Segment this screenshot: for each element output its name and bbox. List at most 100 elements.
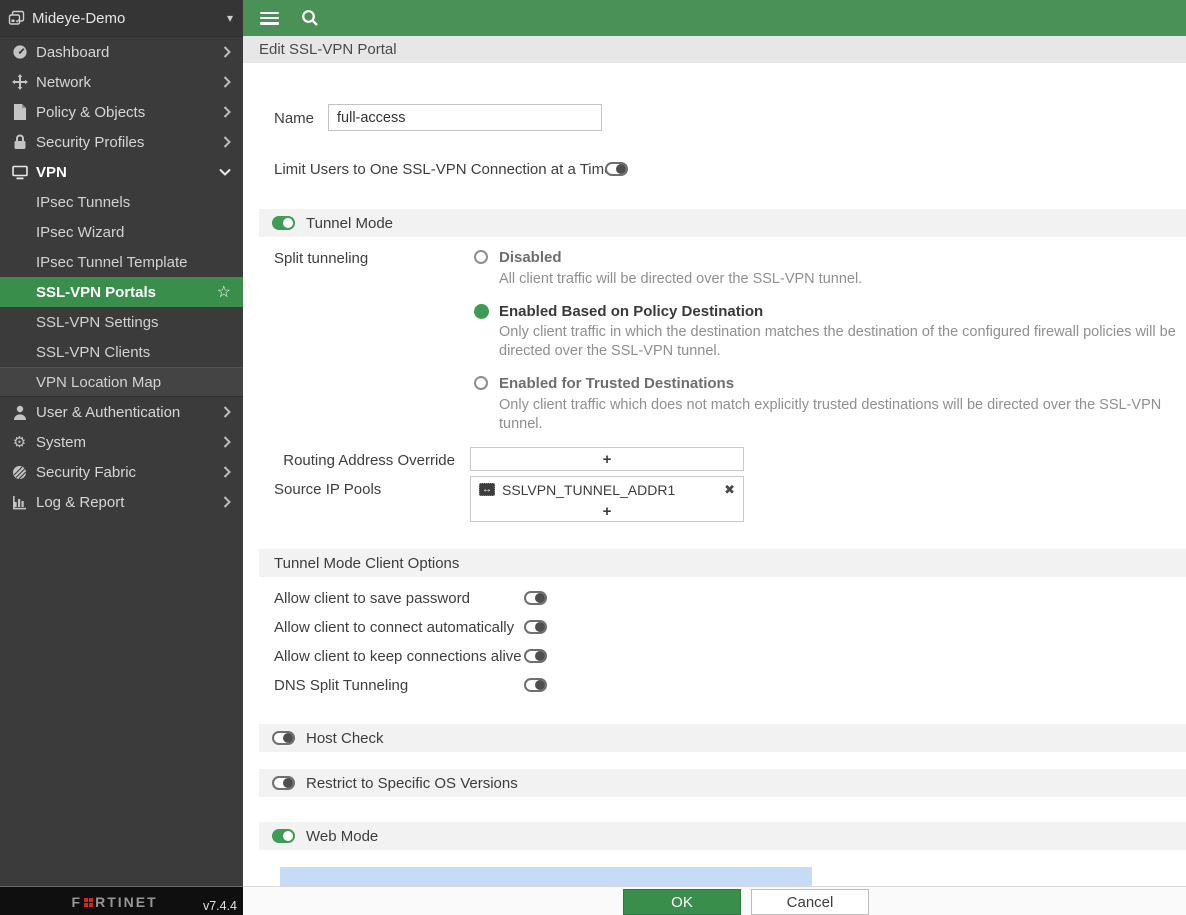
web-mode-toggle[interactable] — [272, 829, 295, 843]
firmware-version: v7.4.4 — [203, 899, 237, 913]
ok-button[interactable]: OK — [623, 889, 741, 915]
submenu-label: IPsec Tunnel Template — [36, 254, 187, 271]
device-selector[interactable]: Mideye-Demo ▾ — [0, 0, 243, 37]
sidebar-item-dashboard[interactable]: Dashboard — [0, 37, 243, 67]
fortigate-admin-window: Mideye-Demo ▾ Dashboard Network Policy &… — [0, 0, 1186, 915]
gear-icon: ⚙ — [8, 435, 31, 450]
lock-icon — [8, 134, 31, 150]
sidebar-item-vpn[interactable]: VPN — [0, 157, 243, 187]
section-title: Tunnel Mode — [306, 215, 393, 232]
sidebar-item-label: VPN — [36, 164, 219, 181]
source-ip-pool-entry[interactable]: ↔ SSLVPN_TUNNEL_ADDR1 ✖ — [471, 477, 743, 502]
sidebar-item-ssl-vpn-clients[interactable]: SSL-VPN Clients — [0, 337, 243, 367]
favorite-star-icon[interactable]: ☆ — [217, 282, 231, 302]
source-ip-pools-box: ↔ SSLVPN_TUNNEL_ADDR1 ✖ + — [470, 476, 744, 522]
routing-address-add-button[interactable]: + — [470, 447, 744, 471]
sidebar-item-security-profiles[interactable]: Security Profiles — [0, 127, 243, 157]
keep-alive-label: Allow client to keep connections alive — [274, 648, 522, 665]
split-tunneling-label: Split tunneling — [274, 250, 368, 267]
source-ip-pools-label: Source IP Pools — [274, 481, 381, 498]
user-icon — [8, 405, 31, 420]
sidebar-footer: F RTINET v7.4.4 — [0, 886, 243, 915]
chevron-right-icon — [223, 496, 231, 508]
sidebar: Mideye-Demo ▾ Dashboard Network Policy &… — [0, 0, 243, 915]
chevron-right-icon — [223, 436, 231, 448]
remove-pool-icon[interactable]: ✖ — [724, 482, 735, 498]
chevron-right-icon — [223, 46, 231, 58]
dns-split-tunneling-label: DNS Split Tunneling — [274, 677, 408, 694]
tunnel-mode-toggle[interactable] — [272, 216, 295, 230]
section-title: Web Mode — [306, 828, 378, 845]
sidebar-item-label: Policy & Objects — [36, 104, 223, 121]
page-title: Edit SSL-VPN Portal — [243, 36, 1186, 63]
radio-label-policy-destination[interactable]: Enabled Based on Policy Destination — [499, 303, 763, 320]
connect-automatically-toggle[interactable] — [524, 620, 547, 634]
device-name: Mideye-Demo — [32, 10, 125, 27]
name-input[interactable] — [328, 104, 602, 131]
sidebar-item-network[interactable]: Network — [0, 67, 243, 97]
fortinet-logo: F RTINET — [72, 894, 158, 910]
section-title: Host Check — [306, 730, 384, 747]
sidebar-item-label: Network — [36, 74, 223, 91]
cancel-button[interactable]: Cancel — [751, 889, 869, 915]
sidebar-item-vpn-location-map[interactable]: VPN Location Map — [0, 367, 243, 397]
limit-users-toggle[interactable] — [605, 162, 628, 176]
sidebar-item-ssl-vpn-settings[interactable]: SSL-VPN Settings — [0, 307, 243, 337]
section-title: Restrict to Specific OS Versions — [306, 775, 518, 792]
submenu-label: SSL-VPN Clients — [36, 344, 150, 361]
chevron-right-icon — [223, 136, 231, 148]
radio-desc-policy-destination: Only client traffic in which the destina… — [499, 323, 1186, 361]
dns-split-tunneling-toggle[interactable] — [524, 678, 547, 692]
fabric-disc-icon — [8, 465, 31, 480]
submenu-label: IPsec Wizard — [36, 224, 124, 241]
submenu-label: SSL-VPN Portals — [36, 284, 156, 301]
hamburger-menu-icon[interactable] — [260, 12, 279, 25]
chevron-right-icon — [223, 106, 231, 118]
sidebar-item-log-report[interactable]: Log & Report — [0, 487, 243, 517]
monitor-icon — [8, 165, 31, 180]
sidebar-item-ssl-vpn-portals[interactable]: SSL-VPN Portals ☆ — [0, 277, 243, 307]
submenu-label: SSL-VPN Settings — [36, 314, 159, 331]
sidebar-item-system[interactable]: ⚙ System — [0, 427, 243, 457]
radio-split-trusted-destinations[interactable] — [474, 376, 488, 390]
sidebar-item-ipsec-tunnel-template[interactable]: IPsec Tunnel Template — [0, 247, 243, 277]
radio-label-trusted-destinations[interactable]: Enabled for Trusted Destinations — [499, 375, 734, 392]
fortinet-o-grid-icon — [84, 898, 93, 907]
submenu-label: VPN Location Map — [36, 374, 161, 391]
chevron-down-icon — [219, 168, 231, 176]
restrict-os-toggle[interactable] — [272, 776, 295, 790]
radio-desc-trusted-destinations: Only client traffic which does not match… — [499, 396, 1186, 434]
search-icon[interactable] — [301, 9, 319, 27]
sidebar-item-user-authentication[interactable]: User & Authentication — [0, 397, 243, 427]
web-mode-table-header-partial — [280, 867, 812, 887]
radio-split-policy-destination[interactable] — [474, 304, 489, 319]
chevron-right-icon — [223, 466, 231, 478]
tunnel-mode-section-header: Tunnel Mode — [259, 209, 1186, 237]
radio-label-disabled[interactable]: Disabled — [499, 249, 562, 266]
move-arrows-icon — [8, 74, 31, 90]
bar-chart-icon — [8, 495, 31, 510]
routing-address-override-label: Routing Address Override — [274, 452, 455, 469]
save-password-toggle[interactable] — [524, 591, 547, 605]
sidebar-item-security-fabric[interactable]: Security Fabric — [0, 457, 243, 487]
sidebar-item-ipsec-tunnels[interactable]: IPsec Tunnels — [0, 187, 243, 217]
keep-alive-toggle[interactable] — [524, 649, 547, 663]
radio-desc-disabled: All client traffic will be directed over… — [499, 270, 1186, 289]
connect-automatically-label: Allow client to connect automatically — [274, 619, 514, 636]
submenu-label: IPsec Tunnels — [36, 194, 130, 211]
source-ip-pool-add-button[interactable]: + — [471, 502, 743, 521]
sidebar-item-policy-objects[interactable]: Policy & Objects — [0, 97, 243, 127]
name-label: Name — [274, 110, 314, 127]
limit-users-label: Limit Users to One SSL-VPN Connection at… — [274, 161, 612, 178]
radio-split-disabled[interactable] — [474, 250, 488, 264]
chevron-right-icon — [223, 76, 231, 88]
sidebar-item-ipsec-wizard[interactable]: IPsec Wizard — [0, 217, 243, 247]
logo-text: F — [72, 894, 83, 910]
vdom-stack-icon — [8, 10, 25, 26]
host-check-toggle[interactable] — [272, 731, 295, 745]
sidebar-item-label: User & Authentication — [36, 404, 223, 421]
save-password-label: Allow client to save password — [274, 590, 470, 607]
pool-entry-name: SSLVPN_TUNNEL_ADDR1 — [502, 482, 675, 498]
logo-text: RTINET — [95, 894, 158, 910]
sidebar-item-label: Log & Report — [36, 494, 223, 511]
